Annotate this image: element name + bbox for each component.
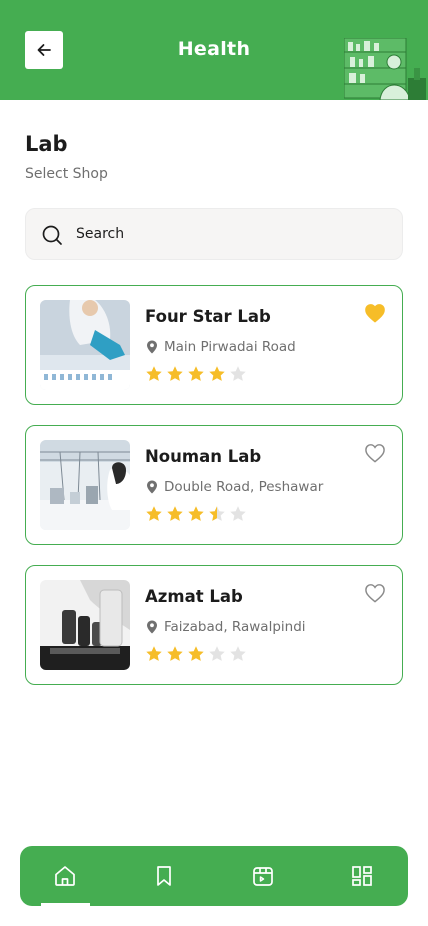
star-icon (188, 506, 204, 521)
star-icon (146, 646, 162, 661)
star-icon (209, 646, 225, 661)
lab-photo (40, 580, 130, 670)
heart-icon[interactable] (364, 443, 386, 463)
lab-address: Double Road, Peshawar (164, 479, 324, 495)
home-icon[interactable] (53, 864, 77, 888)
search-bar[interactable] (25, 208, 403, 260)
app-header: Health (0, 0, 428, 100)
lab-address: Faizabad, Rawalpindi (164, 619, 306, 635)
star-icon (209, 506, 225, 521)
lab-address: Main Pirwadai Road (164, 339, 296, 355)
lab-card[interactable]: Four Star Lab Main Pirwadai Road (25, 285, 403, 405)
star-icon (230, 646, 246, 661)
lab-card[interactable]: Nouman Lab Double Road, Peshawar (25, 425, 403, 545)
bookmark-icon[interactable] (152, 864, 176, 888)
location-pin-icon (147, 340, 157, 354)
star-icon (230, 506, 246, 521)
star-icon (167, 366, 183, 381)
star-icon (209, 366, 225, 381)
lab-name: Nouman Lab (145, 447, 262, 466)
heart-icon[interactable] (364, 303, 386, 323)
bottom-nav (20, 846, 408, 906)
star-icon (167, 506, 183, 521)
location-pin-icon (147, 620, 157, 634)
lab-illustration (344, 38, 426, 100)
heart-icon[interactable] (364, 583, 386, 603)
lab-name: Azmat Lab (145, 587, 243, 606)
rating-stars (145, 505, 250, 523)
page-title: Lab (25, 132, 68, 156)
star-icon (167, 646, 183, 661)
lab-name: Four Star Lab (145, 307, 271, 326)
rating-stars (145, 365, 250, 383)
star-icon (146, 506, 162, 521)
star-icon (188, 366, 204, 381)
rating-stars (145, 645, 250, 663)
star-icon (146, 366, 162, 381)
star-icon (230, 366, 246, 381)
calendar-icon[interactable] (251, 864, 275, 888)
page-subtitle: Select Shop (25, 166, 108, 182)
lab-photo (40, 300, 130, 390)
search-input[interactable] (76, 209, 386, 259)
search-icon (42, 225, 62, 245)
star-icon (188, 646, 204, 661)
lab-photo (40, 440, 130, 530)
dashboard-icon[interactable] (350, 864, 374, 888)
active-tab-indicator (41, 903, 90, 906)
lab-card[interactable]: Azmat Lab Faizabad, Rawalpindi (25, 565, 403, 685)
location-pin-icon (147, 480, 157, 494)
